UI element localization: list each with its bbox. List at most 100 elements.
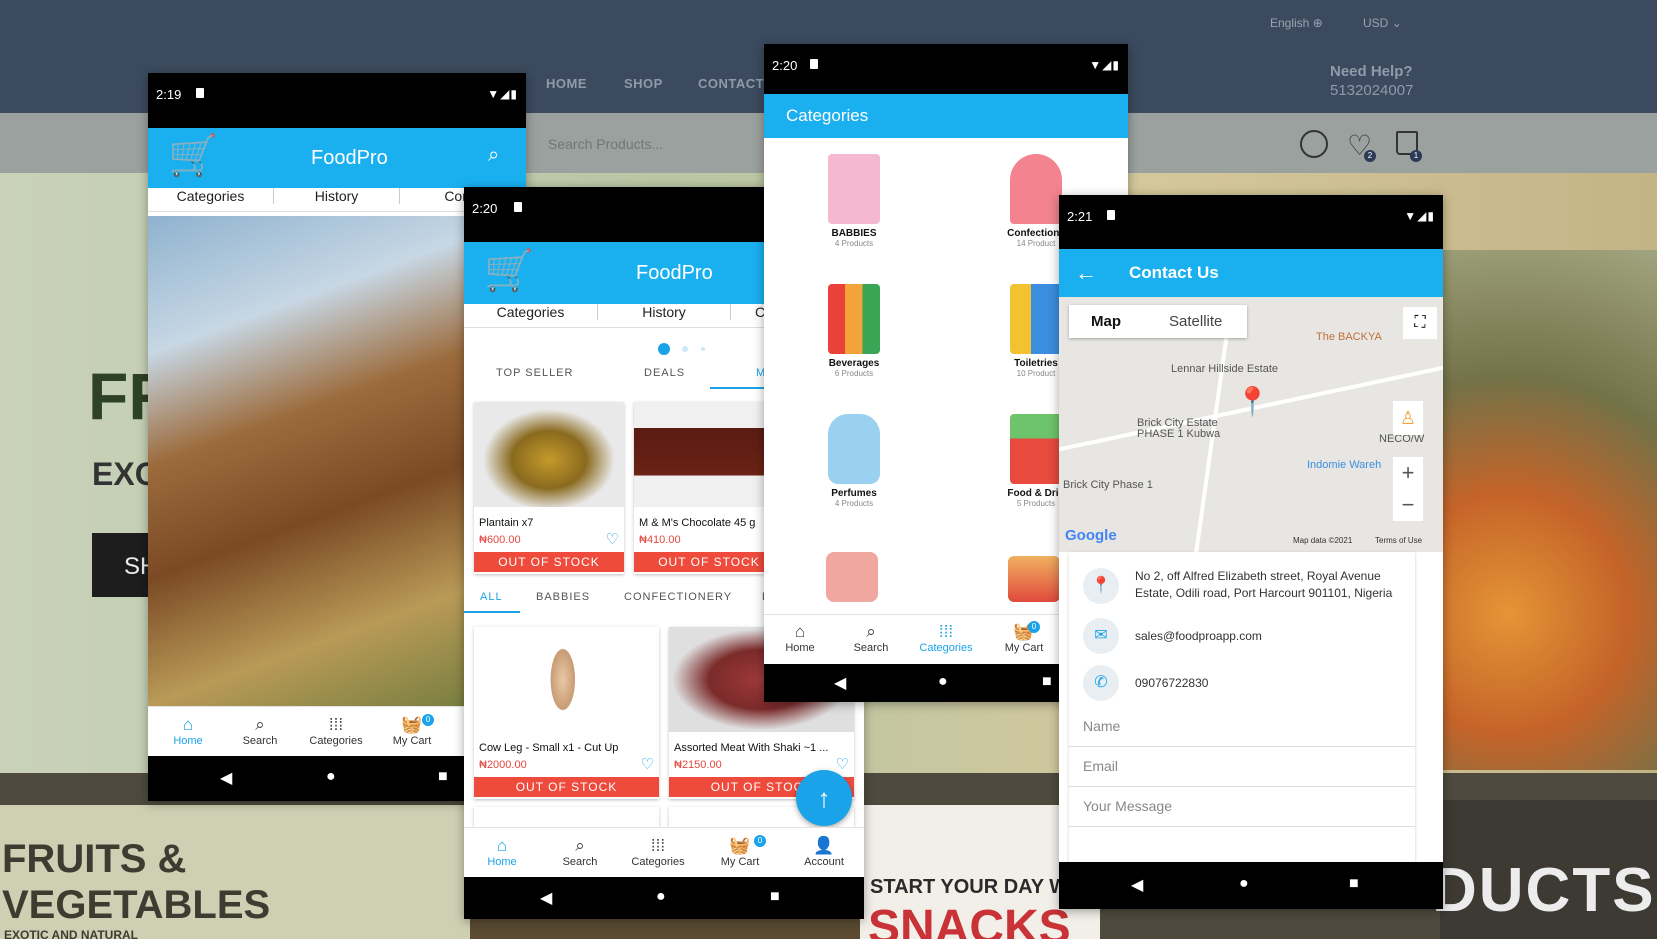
recents-icon[interactable]: ■ bbox=[438, 768, 448, 786]
tab-categories[interactable]: Categories bbox=[464, 304, 598, 320]
map-tab-map[interactable]: Map bbox=[1091, 313, 1121, 330]
map-pin-icon[interactable]: 📍 bbox=[1235, 385, 1270, 418]
product-price: ₦2000.00 bbox=[479, 759, 527, 771]
map-terms-link[interactable]: Terms of Use bbox=[1375, 536, 1422, 545]
site-nav-home[interactable]: HOME bbox=[546, 76, 587, 91]
start-day-heading: START YOUR DAY W bbox=[870, 876, 1069, 898]
product-card[interactable]: Plantain x7 ₦600.00 ♡ OUT OF STOCK bbox=[474, 402, 624, 574]
nav-categories[interactable]: ⁞⁞⁞ Categories bbox=[618, 836, 698, 868]
category-perfumes[interactable]: Perfumes 4 Products bbox=[794, 414, 914, 508]
site-search-input[interactable]: Search Products... bbox=[548, 136, 663, 152]
search-icon[interactable]: ⌕ bbox=[488, 144, 499, 167]
message-field[interactable]: Your Message bbox=[1069, 787, 1415, 827]
site-nav-shop[interactable]: SHOP bbox=[624, 76, 663, 91]
back-icon[interactable]: ◀ bbox=[220, 768, 232, 788]
phone-contact: 2:21 ▼◢▮ ← Contact Us Map Satellite ⛶ Th… bbox=[1059, 195, 1443, 909]
category-beverages[interactable]: Beverages 6 Products bbox=[794, 284, 914, 378]
product-card[interactable]: M & M's Chocolate 45 g ₦410.00 OUT OF ST… bbox=[634, 402, 784, 574]
nav-my-cart[interactable]: 🧺 My Cart bbox=[700, 836, 780, 868]
nav-home[interactable]: ⌂ Home bbox=[764, 622, 840, 654]
contact-address: No 2, off Alfred Elizabeth street, Royal… bbox=[1135, 569, 1393, 600]
back-icon[interactable]: ◀ bbox=[1131, 875, 1143, 895]
home-icon: ⌂ bbox=[182, 715, 194, 734]
snacks-heading: SNACKS bbox=[868, 901, 1071, 939]
nav-search[interactable]: ⌕ Search bbox=[831, 622, 911, 654]
pager-dot[interactable] bbox=[682, 346, 688, 352]
product-card[interactable]: Cow Leg - Small x1 - Cut Up ₦2000.00 ♡ O… bbox=[474, 627, 659, 799]
home-circle-icon[interactable]: ● bbox=[938, 673, 948, 691]
status-time: 2:19 bbox=[156, 87, 182, 102]
search-icon: ⌕ bbox=[255, 715, 265, 734]
product-card[interactable] bbox=[474, 807, 659, 827]
product-image bbox=[634, 402, 784, 507]
nav-account[interactable]: 👤 Account bbox=[784, 836, 864, 868]
fullscreen-icon[interactable]: ⛶ bbox=[1403, 307, 1437, 339]
zoom-in-icon[interactable]: + bbox=[1393, 457, 1423, 489]
recents-icon[interactable]: ■ bbox=[1042, 673, 1052, 691]
nav-home[interactable]: ⌂ Home bbox=[148, 715, 228, 747]
heart-icon[interactable]: ♡ bbox=[641, 755, 654, 773]
zoom-out-icon[interactable]: − bbox=[1393, 489, 1423, 521]
scroll-top-button[interactable]: ↑ bbox=[796, 770, 852, 826]
cart-count-badge: 0 bbox=[422, 714, 434, 726]
signal-icon: ▼◢▮ bbox=[1404, 209, 1435, 223]
app-bar: Categories bbox=[764, 94, 1128, 138]
tab-categories[interactable]: Categories bbox=[148, 188, 274, 204]
heart-icon[interactable]: ♡ bbox=[836, 755, 849, 773]
currency-selector[interactable]: USD ⌄ bbox=[1363, 16, 1402, 30]
nav-my-cart[interactable]: 🧺 My Cart bbox=[984, 622, 1064, 654]
nav-home[interactable]: ⌂ Home bbox=[464, 836, 542, 868]
site-nav-contact[interactable]: CONTACT bbox=[698, 76, 764, 91]
cat-tab-babbies[interactable]: BABBIES bbox=[536, 591, 590, 603]
nav-search[interactable]: ⌕ Search bbox=[540, 836, 620, 868]
map-tab-satellite[interactable]: Satellite bbox=[1169, 313, 1222, 330]
status-time: 2:21 bbox=[1067, 209, 1093, 224]
nav-categories[interactable]: ⁞⁞⁞ Categories bbox=[296, 715, 376, 747]
cart-count-badge: 0 bbox=[754, 835, 766, 847]
back-icon[interactable]: ◀ bbox=[540, 888, 552, 908]
status-bar: 2:20 ▼◢▮ bbox=[764, 44, 1128, 94]
meat-icon[interactable] bbox=[826, 552, 878, 602]
pager-dot[interactable] bbox=[701, 347, 705, 351]
help-phone[interactable]: 5132024007 bbox=[1330, 82, 1413, 99]
contact-phone[interactable]: 09076722830 bbox=[1135, 675, 1421, 692]
back-arrow-icon[interactable]: ← bbox=[1075, 260, 1097, 286]
home-circle-icon[interactable]: ● bbox=[656, 888, 666, 906]
language-selector[interactable]: English ⊕ bbox=[1270, 16, 1323, 30]
map-view[interactable]: Map Satellite ⛶ The BACKYA Lennar Hillsi… bbox=[1059, 297, 1443, 557]
location-pin-icon: 📍 bbox=[1083, 568, 1119, 604]
app-title: FoodPro bbox=[636, 262, 713, 284]
cat-tab-confectionery[interactable]: CONFECTIONERY bbox=[624, 591, 732, 603]
cat-tab-indicator bbox=[464, 611, 520, 613]
account-icon[interactable] bbox=[1300, 130, 1328, 158]
map-attribution: Map data ©2021 bbox=[1293, 536, 1353, 545]
category-babbies[interactable]: BABBIES 4 Products bbox=[794, 154, 914, 248]
system-nav: ◀ ● ■ bbox=[464, 877, 864, 919]
contact-email[interactable]: sales@foodproapp.com bbox=[1135, 628, 1421, 645]
segment-top-seller[interactable]: TOP SELLER bbox=[496, 367, 573, 379]
nav-search[interactable]: ⌕ Search bbox=[220, 715, 300, 747]
tab-history[interactable]: History bbox=[274, 188, 400, 204]
street-view-icon[interactable]: ♙ bbox=[1393, 401, 1423, 435]
email-field[interactable]: Email bbox=[1069, 747, 1415, 787]
cat-tab-all[interactable]: ALL bbox=[480, 591, 503, 603]
back-icon[interactable]: ◀ bbox=[834, 673, 846, 693]
product-price: ₦2150.00 bbox=[674, 759, 722, 771]
cart-badge: 1 bbox=[1410, 150, 1422, 162]
name-field[interactable]: Name bbox=[1069, 707, 1415, 747]
segment-deals[interactable]: DEALS bbox=[644, 367, 685, 379]
heart-icon[interactable]: ♡ bbox=[606, 530, 619, 548]
bakery-icon[interactable] bbox=[1008, 556, 1060, 602]
product-name: M & M's Chocolate 45 g bbox=[639, 517, 756, 529]
recents-icon[interactable]: ■ bbox=[770, 888, 780, 906]
cart-logo-icon: 🛒 bbox=[168, 134, 218, 178]
nav-categories[interactable]: ⁞⁞⁞ Categories bbox=[906, 622, 986, 654]
tab-history[interactable]: History bbox=[598, 304, 731, 320]
recents-icon[interactable]: ■ bbox=[1349, 875, 1359, 893]
signal-icon: ▼◢▮ bbox=[1089, 58, 1120, 72]
nav-my-cart[interactable]: 🧺 My Cart bbox=[372, 715, 452, 747]
map-type-switch: Map Satellite bbox=[1069, 305, 1247, 338]
home-circle-icon[interactable]: ● bbox=[326, 768, 336, 786]
home-circle-icon[interactable]: ● bbox=[1239, 875, 1249, 893]
pager-dot-active[interactable] bbox=[658, 343, 670, 355]
